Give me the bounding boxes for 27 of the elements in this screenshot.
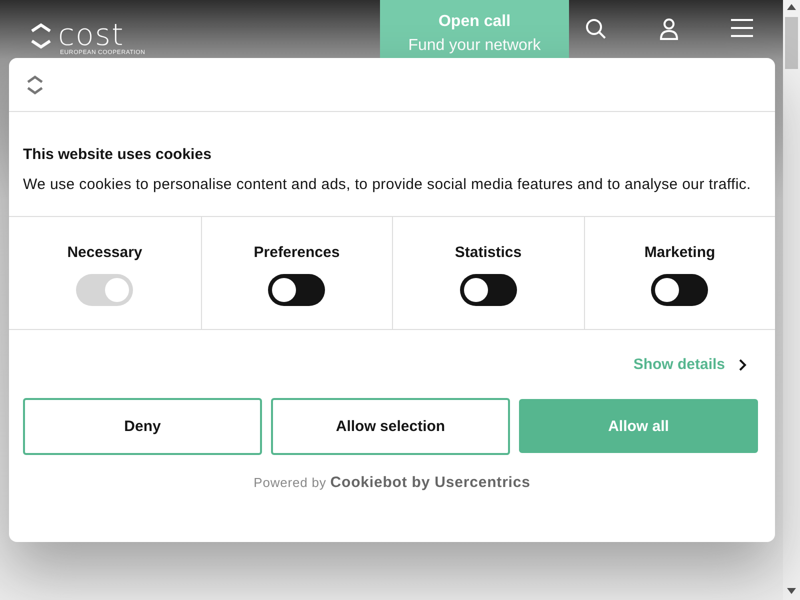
category-label: Necessary <box>67 244 142 261</box>
scrollbar-thumb[interactable] <box>785 17 798 69</box>
logo-wordmark: cost <box>58 23 124 49</box>
consent-button[interactable]: Allow selection <box>271 398 510 455</box>
search-icon[interactable] <box>585 18 607 40</box>
open-call-subtitle: Fund your network <box>408 37 541 55</box>
logo-icon <box>28 22 54 50</box>
category-label: Statistics <box>454 244 522 261</box>
consent-button[interactable]: Allow all <box>519 399 758 453</box>
open-call-banner[interactable]: Open call Fund your network <box>380 0 569 60</box>
user-icon[interactable] <box>659 18 679 40</box>
category-label: Marketing <box>644 244 716 261</box>
category-toggle[interactable] <box>651 274 708 306</box>
menu-icon[interactable] <box>731 18 753 38</box>
cookiebot-logo-icon <box>25 74 45 94</box>
open-call-title: Open call <box>438 13 511 31</box>
consent-button[interactable]: Deny <box>23 398 262 455</box>
chevron-right-icon[interactable] <box>739 358 747 370</box>
powered-by-text: Powered by Cookiebot by Usercentrics <box>252 474 532 491</box>
category-toggle[interactable] <box>460 274 517 306</box>
dialog-heading: This website uses cookies <box>23 146 212 163</box>
scroll-down-icon[interactable] <box>787 588 796 594</box>
category-label: Preferences <box>254 244 340 261</box>
category-toggle[interactable] <box>268 274 326 306</box>
scroll-up-icon[interactable] <box>787 4 796 10</box>
dialog-description: We use cookies to personalise content and ads, to provide social media features and to analyse our traffic. <box>23 175 752 195</box>
show-details-link[interactable]: Show details <box>633 356 725 373</box>
